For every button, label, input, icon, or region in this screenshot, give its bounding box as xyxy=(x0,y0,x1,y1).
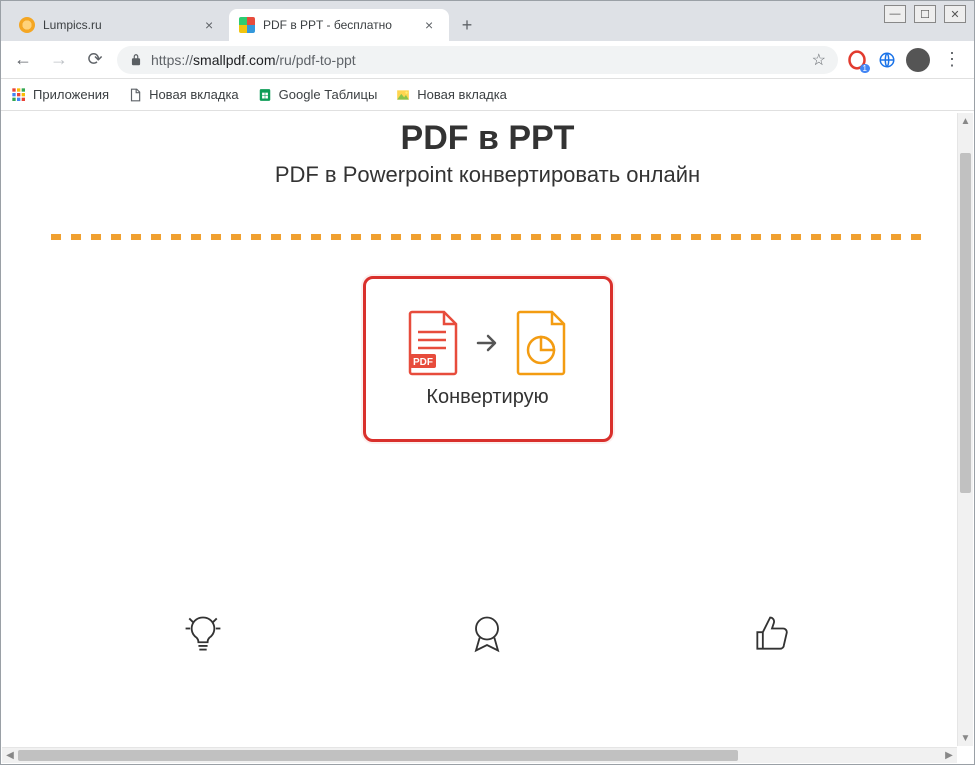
svg-text:PDF: PDF xyxy=(413,357,433,368)
favicon-icon xyxy=(19,17,35,33)
bookmark-label: Новая вкладка xyxy=(149,87,239,102)
scroll-right-button[interactable]: ▶ xyxy=(941,748,957,763)
sheets-icon xyxy=(257,87,273,103)
arrow-right-icon xyxy=(476,333,500,353)
url-text: https://smallpdf.com/ru/pdf-to-ppt xyxy=(151,52,356,68)
browser-window: — ☐ ✕ Lumpics.ru × PDF в PPT - бесплатно… xyxy=(0,0,975,765)
forward-button[interactable]: → xyxy=(45,46,73,74)
vertical-scrollbar[interactable]: ▲ ▼ xyxy=(957,113,973,746)
page-content: PDF в PPT PDF в Powerpoint конвертироват… xyxy=(1,119,974,656)
browser-menu-button[interactable]: ⋮ xyxy=(938,46,966,74)
minimize-button[interactable]: — xyxy=(884,5,906,23)
conversion-status-box: PDF Конвертир xyxy=(363,276,613,442)
conversion-icon-row: PDF xyxy=(406,310,570,376)
horizontal-scrollbar[interactable]: ◀ ▶ xyxy=(2,747,957,763)
vertical-scroll-thumb[interactable] xyxy=(960,153,971,493)
award-icon xyxy=(465,612,509,656)
window-controls: — ☐ ✕ xyxy=(884,5,966,23)
thumbs-up-icon xyxy=(750,612,794,656)
file-icon xyxy=(127,87,143,103)
tab-strip: Lumpics.ru × PDF в PPT - бесплатно × + xyxy=(1,1,974,41)
lock-icon xyxy=(129,53,143,67)
scroll-down-button[interactable]: ▼ xyxy=(958,730,973,746)
scroll-left-button[interactable]: ◀ xyxy=(2,748,18,763)
scroll-up-button[interactable]: ▲ xyxy=(958,113,973,129)
close-tab-icon[interactable]: × xyxy=(425,18,439,32)
horizontal-scroll-thumb[interactable] xyxy=(18,750,738,761)
bookmark-label: Приложения xyxy=(33,87,109,102)
reload-button[interactable]: ⟳ xyxy=(81,46,109,74)
bookmark-label: Google Таблицы xyxy=(279,87,378,102)
lightbulb-icon xyxy=(181,612,225,656)
favicon-icon xyxy=(239,17,255,33)
browser-toolbar: ← → ⟳ https://smallpdf.com/ru/pdf-to-ppt… xyxy=(1,41,974,79)
address-bar[interactable]: https://smallpdf.com/ru/pdf-to-ppt ☆ xyxy=(117,46,838,74)
close-tab-icon[interactable]: × xyxy=(205,18,219,32)
apps-icon xyxy=(11,87,27,103)
back-button[interactable]: ← xyxy=(9,46,37,74)
bookmarks-bar: Приложения Новая вкладка Google Таблицы … xyxy=(1,79,974,111)
pdf-file-icon: PDF xyxy=(406,310,462,376)
opera-extension-icon[interactable]: 1 xyxy=(846,49,868,71)
bookmark-star-icon[interactable]: ☆ xyxy=(812,50,826,70)
image-icon xyxy=(395,87,411,103)
extension-badge: 1 xyxy=(860,64,870,73)
bookmark-new-tab-1[interactable]: Новая вкладка xyxy=(127,87,239,103)
dashed-border-top xyxy=(51,234,924,240)
tab-title: PDF в PPT - бесплатно xyxy=(263,18,417,32)
converter-panel: PDF Конвертир xyxy=(51,234,924,552)
bookmark-apps[interactable]: Приложения xyxy=(11,87,109,103)
browser-tab-lumpics[interactable]: Lumpics.ru × xyxy=(9,9,229,41)
new-tab-button[interactable]: + xyxy=(453,11,481,39)
page-subtitle: PDF в Powerpoint конвертировать онлайн xyxy=(1,162,974,188)
bookmark-new-tab-2[interactable]: Новая вкладка xyxy=(395,87,507,103)
bookmark-google-sheets[interactable]: Google Таблицы xyxy=(257,87,378,103)
maximize-button[interactable]: ☐ xyxy=(914,5,936,23)
page-title: PDF в PPT xyxy=(1,119,974,158)
ppt-file-icon xyxy=(514,310,570,376)
features-row xyxy=(61,612,914,656)
page-viewport: PDF в PPT PDF в Powerpoint конвертироват… xyxy=(1,111,974,748)
tab-title: Lumpics.ru xyxy=(43,18,197,32)
avatar-icon[interactable] xyxy=(906,48,930,72)
bookmark-label: Новая вкладка xyxy=(417,87,507,102)
globe-extension-icon[interactable] xyxy=(876,49,898,71)
close-window-button[interactable]: ✕ xyxy=(944,5,966,23)
browser-tab-smallpdf[interactable]: PDF в PPT - бесплатно × xyxy=(229,9,449,41)
conversion-status-text: Конвертирую xyxy=(426,386,548,409)
